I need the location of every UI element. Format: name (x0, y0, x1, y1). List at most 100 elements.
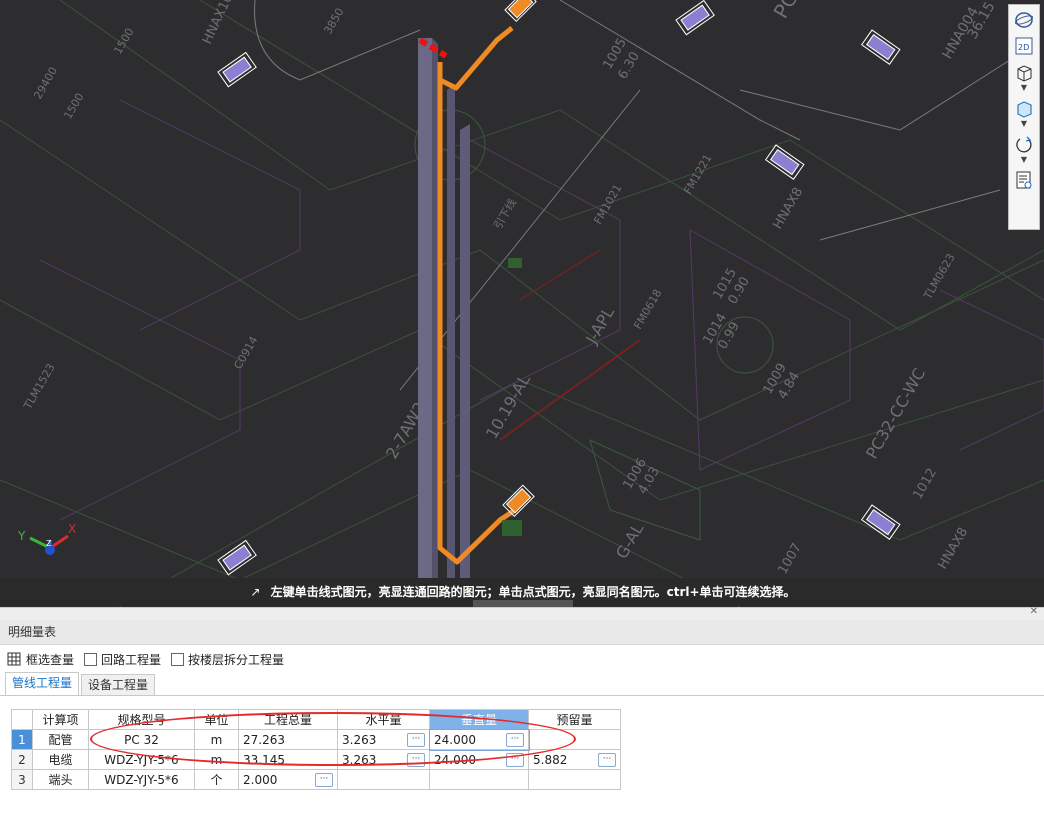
grid-header-cell[interactable]: 预留量 (528, 709, 621, 730)
more-icon[interactable]: ··· (506, 752, 524, 767)
cell-vertical[interactable]: 24.000 ··· (429, 749, 529, 770)
cad-label: G-AL (612, 520, 647, 562)
cell-horizontal-value: 3.263 (342, 752, 377, 767)
cell-spec[interactable]: PC 32 (88, 729, 195, 750)
panel-title: 明细量表 (0, 620, 1044, 645)
panel-tabs: 管线工程量 设备工程量 (0, 672, 1044, 696)
cad-label: 1500 (61, 91, 86, 122)
svg-text:2D: 2D (1018, 43, 1029, 52)
grid-header-cell[interactable]: 工程总量 (238, 709, 338, 730)
more-icon[interactable]: ··· (407, 752, 425, 767)
cell-reserve[interactable]: 5.882 ··· (528, 749, 621, 770)
cad-label: 29400 (31, 65, 60, 102)
tab-device-quantity[interactable]: 设备工程量 (81, 674, 156, 695)
cad-label: TLM1523 (21, 361, 58, 412)
row-number[interactable]: 1 (11, 729, 33, 750)
cell-total[interactable]: 2.000 ··· (238, 769, 338, 790)
svg-text:X: X (68, 522, 76, 536)
cell-total[interactable]: 27.263 (238, 729, 338, 750)
cell-reserve-value: 5.882 (533, 752, 568, 767)
2d-view-icon[interactable]: 2D (1011, 35, 1037, 57)
table-row[interactable]: 3 端头 WDZ-YJY-5*6 个 2.000 ··· (11, 769, 621, 790)
cell-unit[interactable]: m (194, 729, 239, 750)
grid-header-cell[interactable]: 规格型号 (88, 709, 195, 730)
cell-total-value: 2.000 (243, 772, 278, 787)
cell-vertical-value: 24.000 (434, 752, 476, 767)
grid-select-icon (7, 652, 21, 666)
cell-horizontal-value: 3.263 (342, 732, 377, 747)
grid-header-cell[interactable]: 单位 (194, 709, 239, 730)
cad-label: HNAX8 (770, 185, 806, 232)
cad-label: TLM0623 (921, 251, 958, 302)
collapse-handle[interactable] (473, 600, 573, 607)
cell-item[interactable]: 端头 (32, 769, 89, 790)
cad-label: HNAX8 (935, 525, 971, 572)
cell-horizontal[interactable] (337, 769, 430, 790)
cell-spec[interactable]: WDZ-YJY-5*6 (88, 769, 195, 790)
cell-item[interactable]: 电缆 (32, 749, 89, 770)
more-icon[interactable]: ··· (315, 772, 333, 787)
grid-header-cell[interactable]: 计算项 (32, 709, 89, 730)
chevron-down-icon[interactable]: ▼ (1011, 155, 1037, 165)
grid-header-cell[interactable]: 垂直量 (429, 709, 529, 730)
svg-text:Z: Z (46, 539, 52, 548)
cell-unit[interactable]: m (194, 749, 239, 770)
rotate-icon[interactable] (1011, 133, 1037, 155)
quantity-grid: 计算项 规格型号 单位 工程总量 水平量 垂直量 预留量 1 配管 PC 32 … (11, 709, 621, 790)
chevron-down-icon[interactable]: ▼ (1011, 119, 1037, 129)
floor-split-checkbox[interactable]: 按楼层拆分工程量 (171, 651, 284, 668)
cell-vertical[interactable]: 24.000 ··· (428, 728, 530, 751)
panel-options: 框选查量 回路工程量 按楼层拆分工程量 (0, 645, 1044, 673)
cell-total[interactable]: 33.145 (238, 749, 338, 770)
cad-label: 10.19-AL (482, 371, 534, 442)
frame-select-button[interactable]: 框选查量 (6, 651, 74, 668)
cad-label: 引下线 (490, 196, 519, 232)
cad-label: FM0618 (631, 287, 664, 331)
tab-pipe-quantity[interactable]: 管线工程量 (5, 672, 80, 695)
loop-quantity-label: 回路工程量 (101, 652, 162, 667)
svg-text:Y: Y (17, 529, 26, 543)
cell-vertical-value[interactable]: 24.000 (434, 733, 476, 747)
cad-label: HNAX10 (200, 0, 236, 47)
cell-spec[interactable]: WDZ-YJY-5*6 (88, 749, 195, 770)
loop-quantity-checkbox[interactable]: 回路工程量 (84, 651, 161, 668)
cad-label: 1012 (910, 466, 940, 502)
more-icon[interactable]: ··· (598, 752, 616, 767)
view-toolbar: 2D ▼ ▼ ▼ (1008, 4, 1040, 230)
cad-label: PC (769, 0, 803, 23)
axis-gizmo: Y X Z (17, 522, 76, 555)
cell-reserve[interactable] (528, 729, 621, 750)
more-icon[interactable]: ··· (506, 732, 524, 747)
table-row[interactable]: 2 电缆 WDZ-YJY-5*6 m 33.145 3.263 ··· 24.00… (11, 749, 621, 770)
cad-label: 1007 (775, 541, 805, 577)
grid-header-cell (11, 709, 33, 730)
checkbox-box[interactable] (84, 652, 98, 666)
hint-text: 左键单击线式图元，亮显连通回路的图元；单击点式图元，亮显同名图元。ctrl+单击… (270, 585, 796, 599)
more-icon[interactable]: ··· (407, 732, 425, 747)
row-number[interactable]: 2 (11, 749, 33, 770)
cell-horizontal[interactable]: 3.263 ··· (337, 729, 430, 750)
grid-header-row: 计算项 规格型号 单位 工程总量 水平量 垂直量 预留量 (11, 709, 621, 730)
cad-label: PC32-CC-WC (862, 365, 929, 462)
table-row[interactable]: 1 配管 PC 32 m 27.263 3.263 ··· 24.000 ··· (11, 728, 621, 751)
cell-vertical[interactable] (429, 769, 529, 790)
chevron-down-icon[interactable]: ▼ (1011, 83, 1037, 93)
box-view-icon[interactable] (1011, 61, 1037, 83)
solid-view-icon[interactable] (1011, 97, 1037, 119)
cad-label: J-APL (582, 304, 619, 348)
close-icon[interactable]: ✕ (1030, 606, 1038, 617)
grid-header-cell[interactable]: 水平量 (337, 709, 430, 730)
checkbox-box[interactable] (171, 652, 185, 666)
cell-unit[interactable]: 个 (194, 769, 239, 790)
panel-topbar: ✕ (0, 606, 1044, 620)
cell-reserve[interactable] (528, 769, 621, 790)
orbit-icon[interactable] (1011, 9, 1037, 31)
cell-item[interactable]: 配管 (32, 729, 89, 750)
settings-list-icon[interactable] (1011, 169, 1037, 191)
cell-horizontal[interactable]: 3.263 ··· (337, 749, 430, 770)
3d-viewport[interactable]: HNAX10 HNAX8 HNAX8 PC HNA004 36.15 1005 … (0, 0, 1044, 607)
cad-scene[interactable]: HNAX10 HNAX8 HNAX8 PC HNA004 36.15 1005 … (0, 0, 1044, 607)
row-number[interactable]: 3 (11, 769, 33, 790)
frame-select-label: 框选查量 (26, 652, 75, 667)
cad-label: 1500 (111, 26, 136, 57)
